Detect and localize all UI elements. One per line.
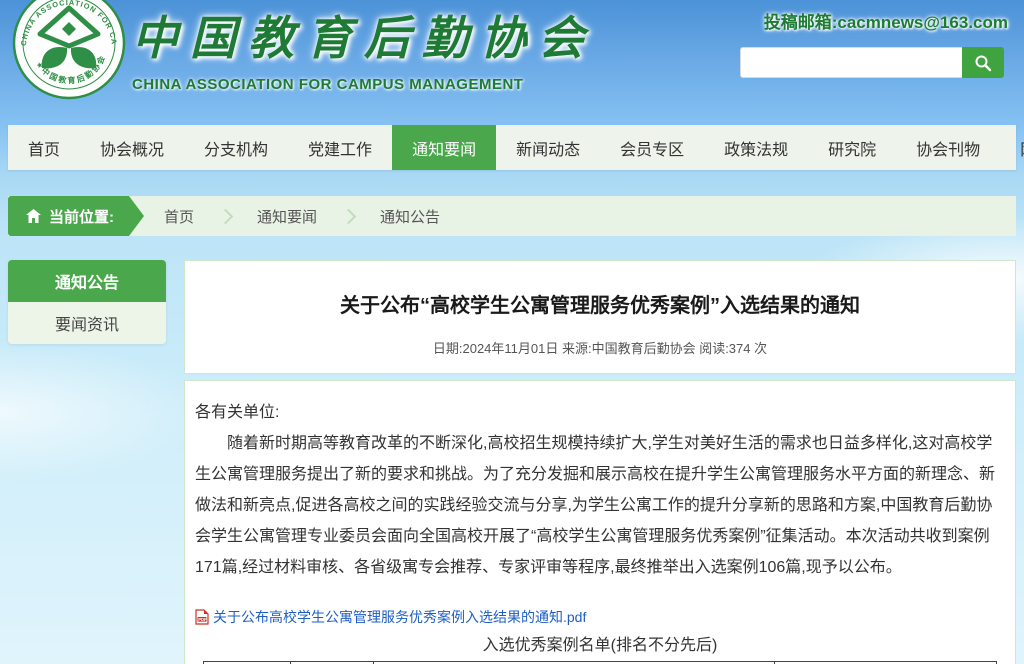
breadcrumb-item-notices[interactable]: 通知要闻 — [257, 206, 317, 227]
nav-item-overview[interactable]: 协会概况 — [80, 125, 184, 170]
article-header: 关于公布“高校学生公寓管理服务优秀案例”入选结果的通知 日期:2024年11月0… — [184, 260, 1016, 374]
article-area: 关于公布“高校学生公寓管理服务优秀案例”入选结果的通知 日期:2024年11月0… — [184, 260, 1016, 664]
pdf-file-icon: PDF — [195, 609, 209, 625]
main-nav: 首页 协会概况 分支机构 党建工作 通知要闻 新闻动态 会员专区 政策法规 研究… — [8, 125, 1016, 170]
search-button[interactable] — [962, 47, 1004, 78]
sidebar-item-news-info[interactable]: 要闻资讯 — [8, 302, 166, 344]
nav-item-party[interactable]: 党建工作 — [288, 125, 392, 170]
article-body: 各有关单位: 随着新时期高等教育改革的不断深化,高校招生规模持续扩大,学生对美好… — [184, 380, 1016, 664]
nav-item-members[interactable]: 会员专区 — [600, 125, 704, 170]
attachment-pdf-link[interactable]: 关于公布高校学生公寓管理服务优秀案例入选结果的通知.pdf — [213, 607, 586, 627]
search-input[interactable] — [740, 47, 962, 78]
association-logo-icon: CHINA ASSOCIATION FOR CAMPUS MANAGEMENT … — [12, 0, 126, 100]
search-bar — [740, 47, 1004, 78]
paragraph-salutation: 各有关单位: — [195, 397, 1005, 428]
attachment-row: PDF 关于公布高校学生公寓管理服务优秀案例入选结果的通知.pdf — [195, 607, 1005, 627]
site-header: CHINA ASSOCIATION FOR CAMPUS MANAGEMENT … — [0, 0, 1024, 125]
svg-text:PDF: PDF — [198, 617, 207, 622]
nav-item-branches[interactable]: 分支机构 — [184, 125, 288, 170]
breadcrumb-item-announcements[interactable]: 通知公告 — [380, 206, 440, 227]
breadcrumb-label-text: 当前位置: — [49, 206, 114, 227]
site-title-zh: 中国教育后勤协会 — [132, 2, 596, 68]
article-title: 关于公布“高校学生公寓管理服务优秀案例”入选结果的通知 — [205, 289, 995, 318]
table-caption: 入选优秀案例名单(排名不分先后) — [195, 631, 1005, 655]
association-logo: CHINA ASSOCIATION FOR CAMPUS MANAGEMENT … — [12, 0, 126, 105]
site-title-en: CHINA ASSOCIATION FOR CAMPUS MANAGEMENT — [132, 76, 596, 93]
chevron-right-icon — [218, 208, 234, 224]
nav-item-exhibition[interactable]: 网上展示 — [1000, 125, 1024, 170]
nav-item-news[interactable]: 新闻动态 — [496, 125, 600, 170]
page: CHINA ASSOCIATION FOR CAMPUS MANAGEMENT … — [0, 0, 1024, 664]
nav-item-institute[interactable]: 研究院 — [808, 125, 896, 170]
submission-email: 投稿邮箱:cacmnews@163.com — [764, 8, 1008, 33]
home-icon — [26, 209, 41, 223]
paragraph-main: 随着新时期高等教育改革的不断深化,高校招生规模持续扩大,学生对美好生活的需求也日… — [195, 428, 1005, 583]
nav-item-home[interactable]: 首页 — [8, 125, 80, 170]
nav-item-policy[interactable]: 政策法规 — [704, 125, 808, 170]
breadcrumb-label: 当前位置: — [8, 196, 144, 236]
article-meta: 日期:2024年11月01日 来源:中国教育后勤协会 阅读:374 次 — [205, 338, 995, 357]
nav-item-publications[interactable]: 协会刊物 — [896, 125, 1000, 170]
nav-item-notices[interactable]: 通知要闻 — [392, 125, 496, 170]
content-layout: 通知公告 要闻资讯 关于公布“高校学生公寓管理服务优秀案例”入选结果的通知 日期… — [8, 260, 1016, 664]
breadcrumb-item-home[interactable]: 首页 — [164, 206, 194, 227]
chevron-right-icon — [341, 208, 357, 224]
brand-titles: 中国教育后勤协会 CHINA ASSOCIATION FOR CAMPUS MA… — [132, 2, 596, 93]
breadcrumb: 当前位置: 首页 通知要闻 通知公告 — [8, 196, 1016, 236]
sidebar: 通知公告 要闻资讯 — [8, 260, 166, 344]
search-icon — [974, 54, 992, 72]
sidebar-item-announcements[interactable]: 通知公告 — [8, 260, 166, 302]
breadcrumb-items: 首页 通知要闻 通知公告 — [144, 206, 460, 227]
